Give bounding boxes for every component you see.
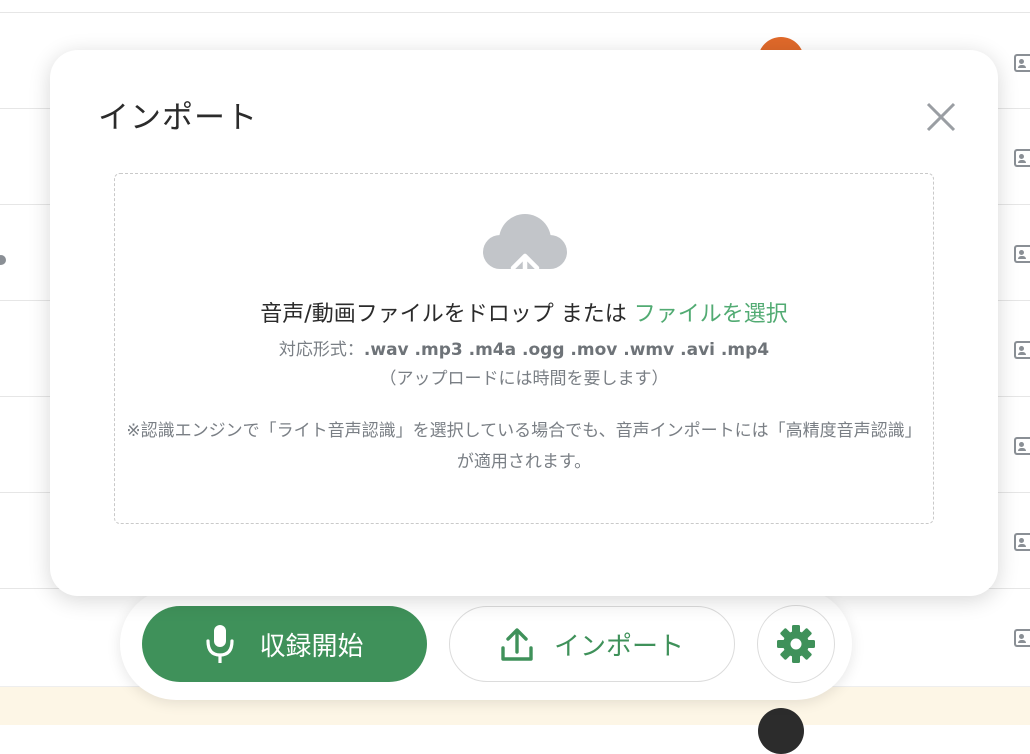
formats-label: 対応形式： xyxy=(278,340,364,360)
select-file-link[interactable]: ファイルを選択 xyxy=(634,302,788,327)
drop-text: 音声/動画ファイルをドロップ または xyxy=(260,302,627,327)
cloud-upload-icon xyxy=(483,214,567,284)
supported-formats: 対応形式：.wav .mp3 .m4a .ogg .mov .wmv .avi … xyxy=(115,335,933,360)
contact-document-icon[interactable] xyxy=(1014,629,1030,647)
contact-document-icon[interactable] xyxy=(1014,54,1030,72)
gear-icon xyxy=(777,625,815,663)
contact-document-icon[interactable] xyxy=(1014,533,1030,551)
import-button-label: インポート xyxy=(553,631,684,662)
microphone-icon xyxy=(206,625,235,663)
import-dialog: インポート 音声/動画ファイルをドロップ または ファイルを選択 対応形式：.w… xyxy=(50,50,998,596)
engine-notice: ※認識エンジンで「ライト音声認識」を選択している場合でも、音声インポートには「高… xyxy=(126,421,922,472)
file-dropzone[interactable]: 音声/動画ファイルをドロップ または ファイルを選択 対応形式：.wav .mp… xyxy=(114,173,934,524)
formats-list: .wav .mp3 .m4a .ogg .mov .wmv .avi .mp4 xyxy=(363,340,770,360)
start-recording-button[interactable]: 収録開始 xyxy=(142,606,427,682)
contact-document-icon[interactable] xyxy=(1014,341,1030,359)
settings-button[interactable] xyxy=(757,605,835,683)
upload-time-note: （アップロードには時間を要します） xyxy=(379,369,669,389)
avatar xyxy=(758,708,804,754)
contact-document-icon[interactable] xyxy=(1014,245,1030,263)
drop-instruction: 音声/動画ファイルをドロップ または ファイルを選択 xyxy=(115,296,933,328)
upload-icon xyxy=(501,628,533,661)
close-icon[interactable] xyxy=(924,100,958,134)
start-recording-label: 収録開始 xyxy=(259,631,364,662)
import-button[interactable]: インポート xyxy=(449,606,735,682)
contact-document-icon[interactable] xyxy=(1014,149,1030,167)
dialog-title: インポート xyxy=(98,100,258,136)
contact-document-icon[interactable] xyxy=(1014,437,1030,455)
